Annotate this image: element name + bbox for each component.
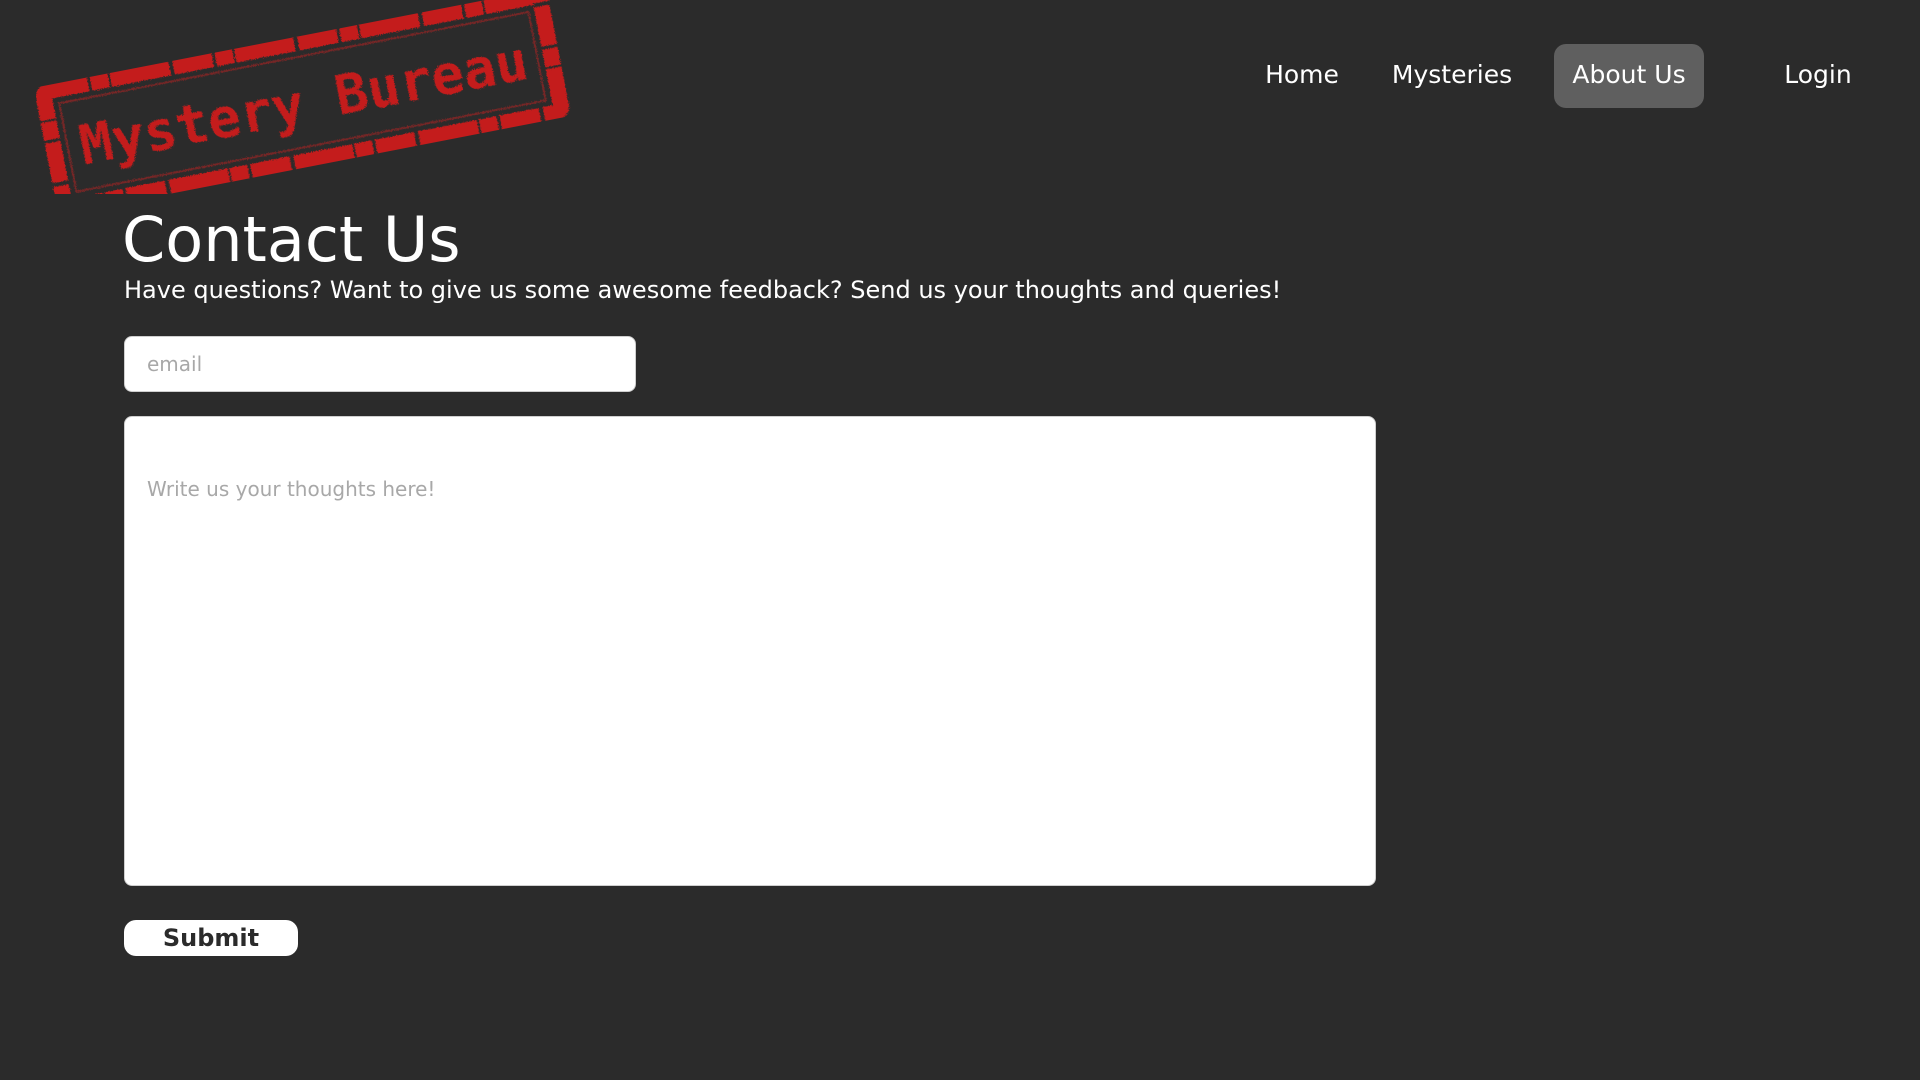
page-title: Contact Us [122, 203, 461, 276]
nav-home[interactable]: Home [1246, 44, 1358, 108]
nav-mysteries[interactable]: Mysteries [1384, 44, 1520, 108]
page-subtitle: Have questions? Want to give us some awe… [124, 276, 1282, 304]
nav-about-us[interactable]: About Us [1554, 44, 1704, 108]
submit-button[interactable]: Submit [124, 920, 298, 956]
email-field[interactable] [124, 336, 636, 392]
page: Mystery Bureau Home Mysteries About Us L… [0, 0, 1920, 1080]
nav-login[interactable]: Login [1762, 44, 1874, 108]
main-nav: Home Mysteries About Us Login [0, 44, 1920, 108]
message-textarea[interactable] [124, 416, 1376, 886]
